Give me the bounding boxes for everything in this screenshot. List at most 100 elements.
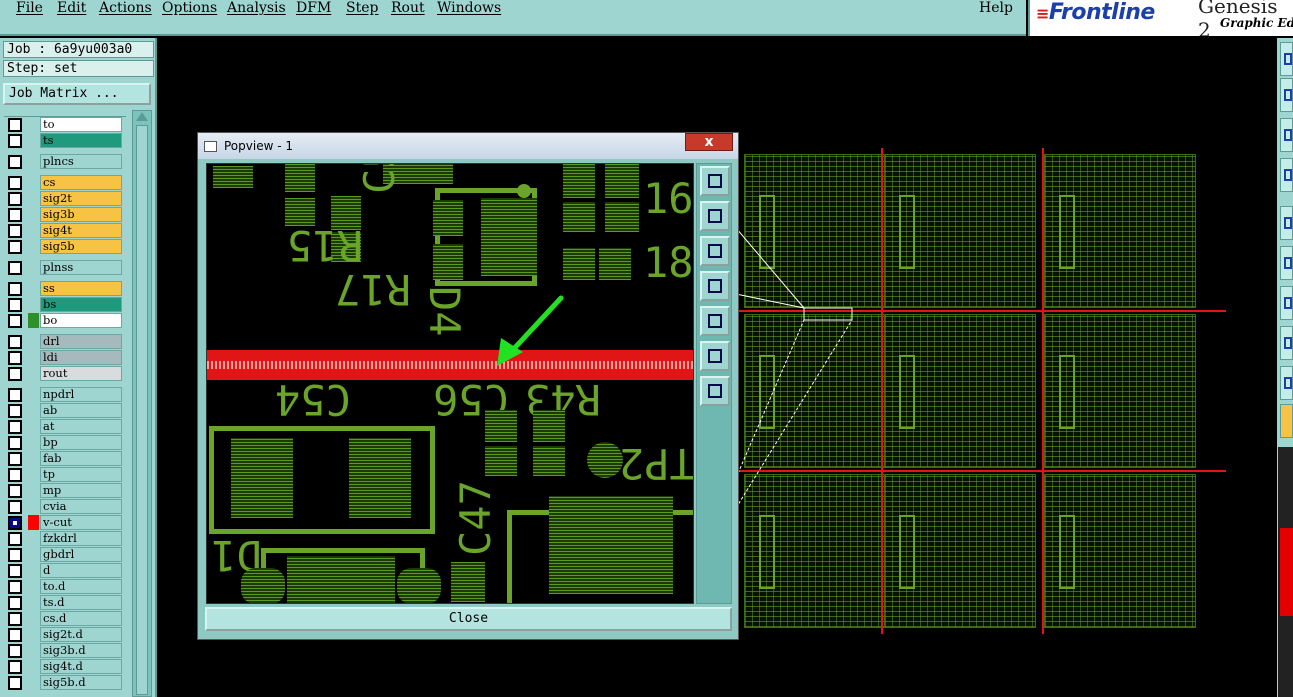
- layer-row-rout[interactable]: rout: [4, 366, 126, 382]
- layer-name[interactable]: sig4t: [40, 223, 122, 238]
- layer-name[interactable]: ldi: [40, 350, 122, 365]
- layer-checkbox[interactable]: [8, 261, 22, 275]
- layer-row-cs-d[interactable]: cs.d: [4, 611, 126, 627]
- layer-checkbox[interactable]: [8, 660, 22, 674]
- layer-checkbox[interactable]: [8, 335, 22, 349]
- menu-windows[interactable]: Windows: [437, 0, 501, 16]
- board-canvas[interactable]: [736, 148, 1226, 634]
- layer-row-sig2t[interactable]: sig2t: [4, 191, 126, 207]
- layer-checkbox[interactable]: [8, 484, 22, 498]
- layer-row-v-cut[interactable]: v-cut: [4, 515, 126, 531]
- job-matrix-button[interactable]: Job Matrix ...: [3, 83, 151, 105]
- layer-row-to[interactable]: to: [4, 117, 126, 133]
- layer-name[interactable]: cs: [40, 175, 122, 190]
- layer-name[interactable]: bs: [40, 297, 122, 312]
- layer-checkbox[interactable]: [8, 155, 22, 169]
- layer-row-gbdrl[interactable]: gbdrl: [4, 547, 126, 563]
- menu-edit[interactable]: Edit: [57, 0, 86, 16]
- zoom-in-icon[interactable]: [700, 341, 730, 371]
- layer-row-sig3b[interactable]: sig3b: [4, 207, 126, 223]
- layer-checkbox[interactable]: [8, 596, 22, 610]
- layer-checkbox[interactable]: [8, 676, 22, 690]
- layer-checkbox[interactable]: [8, 436, 22, 450]
- tool-button-6[interactable]: [1280, 246, 1293, 280]
- pan-down-icon[interactable]: [700, 236, 730, 266]
- layer-name[interactable]: tp: [40, 467, 122, 482]
- layer-checkbox[interactable]: [8, 644, 22, 658]
- zoom-out-icon[interactable]: [700, 376, 730, 406]
- layer-row-ldi[interactable]: ldi: [4, 350, 126, 366]
- layer-checkbox[interactable]: [8, 516, 22, 530]
- layer-row-plnss[interactable]: plnss: [4, 260, 126, 276]
- layer-name[interactable]: v-cut: [40, 515, 122, 530]
- layer-name[interactable]: sig4t.d: [40, 659, 122, 674]
- layer-name[interactable]: bo: [40, 313, 122, 328]
- layer-row-plncs[interactable]: plncs: [4, 154, 126, 170]
- layer-checkbox[interactable]: [8, 452, 22, 466]
- tool-button-5[interactable]: [1280, 206, 1293, 240]
- menu-dfm[interactable]: DFM: [296, 0, 331, 16]
- layer-row-bo[interactable]: bo: [4, 313, 126, 329]
- layer-row-d[interactable]: d: [4, 563, 126, 579]
- menu-file[interactable]: File: [16, 0, 43, 16]
- layer-name[interactable]: ts.d: [40, 595, 122, 610]
- layer-name[interactable]: ts: [40, 133, 122, 148]
- layer-row-ts[interactable]: ts: [4, 133, 126, 149]
- layer-row-to-d[interactable]: to.d: [4, 579, 126, 595]
- layer-name[interactable]: fab: [40, 451, 122, 466]
- layer-name[interactable]: plncs: [40, 154, 122, 169]
- layer-checkbox[interactable]: [8, 420, 22, 434]
- layer-name[interactable]: to.d: [40, 579, 122, 594]
- tool-button-8[interactable]: [1280, 326, 1293, 360]
- layer-name[interactable]: cvia: [40, 499, 122, 514]
- layer-row-sig4t-d[interactable]: sig4t.d: [4, 659, 126, 675]
- tool-button-3[interactable]: [1280, 118, 1293, 152]
- layer-row-sig5b-d[interactable]: sig5b.d: [4, 675, 126, 691]
- layer-name[interactable]: bp: [40, 435, 122, 450]
- menu-step[interactable]: Step: [346, 0, 378, 16]
- layer-row-drl[interactable]: drl: [4, 334, 126, 350]
- menu-options[interactable]: Options: [162, 0, 217, 16]
- layer-name[interactable]: d: [40, 563, 122, 578]
- layer-row-sig5b[interactable]: sig5b: [4, 239, 126, 255]
- tool-button-9[interactable]: [1280, 366, 1293, 400]
- tool-button-10[interactable]: [1280, 404, 1293, 438]
- layer-checkbox[interactable]: [8, 176, 22, 190]
- layer-checkbox[interactable]: [8, 548, 22, 562]
- pan-up-icon[interactable]: [700, 201, 730, 231]
- layer-name[interactable]: sig5b.d: [40, 675, 122, 690]
- layer-checkbox[interactable]: [8, 468, 22, 482]
- layer-name[interactable]: drl: [40, 334, 122, 349]
- layer-name[interactable]: ab: [40, 403, 122, 418]
- layer-name[interactable]: mp: [40, 483, 122, 498]
- menu-analysis[interactable]: Analysis: [227, 0, 286, 16]
- layer-checkbox[interactable]: [8, 134, 22, 148]
- layer-name[interactable]: sig5b: [40, 239, 122, 254]
- layer-checkbox[interactable]: [8, 532, 22, 546]
- menu-rout[interactable]: Rout: [391, 0, 425, 16]
- layer-row-ss[interactable]: ss: [4, 281, 126, 297]
- layer-name[interactable]: ss: [40, 281, 122, 296]
- layer-checkbox[interactable]: [8, 404, 22, 418]
- layer-checkbox[interactable]: [8, 351, 22, 365]
- layer-checkbox[interactable]: [8, 500, 22, 514]
- layer-name[interactable]: to: [40, 117, 122, 132]
- layer-checkbox[interactable]: [8, 564, 22, 578]
- layer-checkbox[interactable]: [8, 192, 22, 206]
- layer-row-sig2t-d[interactable]: sig2t.d: [4, 627, 126, 643]
- layer-row-npdrl[interactable]: npdrl: [4, 387, 126, 403]
- menu-actions[interactable]: Actions: [99, 0, 152, 16]
- layer-name[interactable]: sig2t: [40, 191, 122, 206]
- layer-name[interactable]: fzkdrl: [40, 531, 122, 546]
- tool-button-1[interactable]: [1280, 42, 1293, 76]
- menu-help[interactable]: Help: [979, 0, 1013, 16]
- layer-checkbox[interactable]: [8, 208, 22, 222]
- layer-row-cs[interactable]: cs: [4, 175, 126, 191]
- layer-checkbox[interactable]: [8, 388, 22, 402]
- layer-checkbox[interactable]: [8, 240, 22, 254]
- layer-checkbox[interactable]: [8, 118, 22, 132]
- layer-name[interactable]: sig3b: [40, 207, 122, 222]
- layer-row-fzkdrl[interactable]: fzkdrl: [4, 531, 126, 547]
- layer-row-ts-d[interactable]: ts.d: [4, 595, 126, 611]
- layer-row-bp[interactable]: bp: [4, 435, 126, 451]
